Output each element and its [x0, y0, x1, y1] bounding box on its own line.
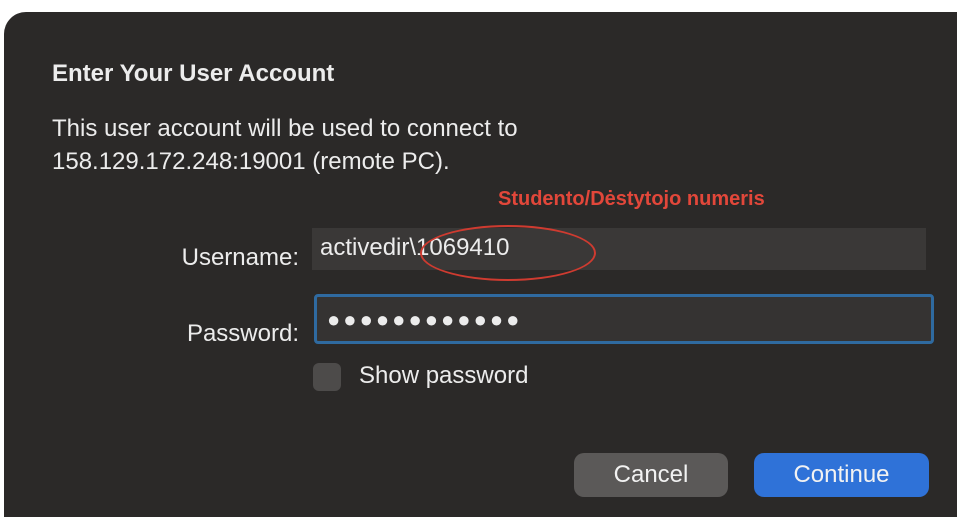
username-field[interactable]: activedir\1069410: [312, 228, 926, 270]
password-masked-value: ●●●●●●●●●●●●: [327, 307, 523, 332]
message-line-2: 158.129.172.248:19001 (remote PC).: [52, 148, 450, 175]
dialog-message: This user account will be used to connec…: [52, 112, 518, 178]
dialog-title: Enter Your User Account: [52, 60, 335, 87]
password-label: Password:: [186, 320, 299, 347]
cancel-button[interactable]: Cancel: [574, 453, 728, 497]
username-label: Username:: [181, 244, 299, 271]
username-value: activedir\1069410: [320, 234, 510, 261]
annotation-label: Studento/Dėstytojo numeris: [498, 188, 765, 210]
continue-button[interactable]: Continue: [754, 453, 929, 497]
message-line-1: This user account will be used to connec…: [52, 115, 518, 142]
show-password-checkbox[interactable]: [313, 363, 341, 391]
login-dialog: Enter Your User Account This user accoun…: [4, 12, 957, 517]
password-field[interactable]: ●●●●●●●●●●●●: [314, 294, 934, 344]
show-password-label[interactable]: Show password: [359, 362, 528, 390]
